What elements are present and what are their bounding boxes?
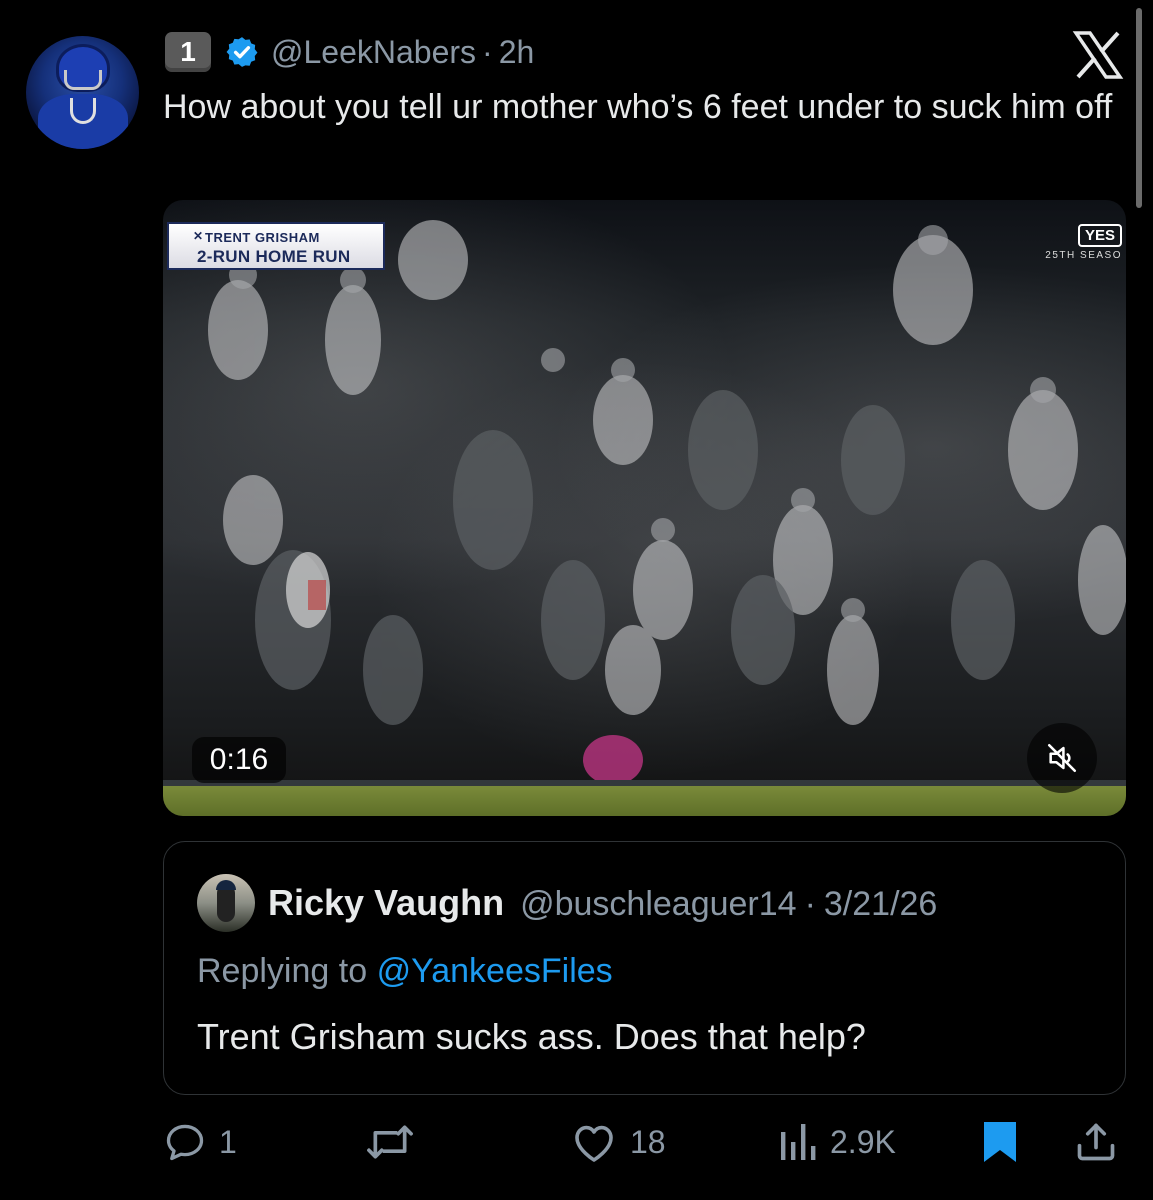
mute-button[interactable] — [1027, 723, 1097, 793]
reply-icon — [166, 1124, 204, 1161]
bookmark-icon — [984, 1122, 1016, 1162]
quote-header: Ricky Vaughn @buschleaguer14 · 3/21/26 — [268, 882, 937, 924]
mute-icon — [1047, 743, 1077, 773]
tweet-time[interactable]: 2h — [499, 34, 535, 71]
like-count: 18 — [630, 1123, 666, 1160]
tweet-header: 1 @LeekNabers · 2h — [165, 32, 534, 72]
action-bar: 1 18 2.9K — [0, 1112, 1153, 1172]
author-handle[interactable]: @LeekNabers — [271, 34, 476, 71]
quote-text: Trent Grisham sucks ass. Does that help? — [197, 1016, 866, 1057]
replying-to: Replying to @YankeesFiles — [197, 952, 613, 991]
share-button[interactable] — [1074, 1112, 1118, 1172]
views-count: 2.9K — [830, 1123, 896, 1160]
video-player[interactable]: ✕ TRENT GRISHAM 2-RUN HOME RUN YES 25TH … — [163, 200, 1126, 816]
verified-icon — [225, 35, 259, 69]
header-separator: · — [482, 33, 493, 70]
lower-third-player: TRENT GRISHAM — [205, 230, 320, 245]
video-duration: 0:16 — [192, 737, 286, 783]
quote-author-name[interactable]: Ricky Vaughn — [268, 882, 504, 924]
replying-to-prefix: Replying to — [197, 952, 368, 990]
replying-to-mention[interactable]: @YankeesFiles — [377, 952, 613, 990]
tweet-text: How about you tell ur mother who’s 6 fee… — [163, 88, 1113, 126]
video-lower-third: ✕ TRENT GRISHAM 2-RUN HOME RUN — [167, 222, 385, 270]
reply-button[interactable]: 1 — [163, 1112, 237, 1172]
x-logo-icon — [1072, 30, 1124, 80]
network-logo-sub: 25TH SEASO — [1045, 250, 1122, 261]
quote-separator: · — [804, 885, 816, 923]
views-icon — [781, 1124, 816, 1160]
network-logo-text: YES — [1077, 224, 1122, 247]
reply-count: 1 — [219, 1123, 237, 1160]
like-icon — [575, 1125, 613, 1162]
quote-avatar[interactable] — [197, 874, 255, 932]
retweet-icon — [367, 1125, 413, 1159]
network-logo: YES 25TH SEASO — [1045, 224, 1122, 261]
rank-badge: 1 — [165, 32, 211, 72]
crowd-image — [208, 220, 1126, 785]
like-button[interactable]: 18 — [570, 1112, 666, 1172]
quote-date: 3/21/26 — [823, 885, 938, 923]
bookmark-button[interactable] — [982, 1112, 1018, 1172]
scrollbar[interactable] — [1136, 8, 1142, 208]
retweet-button[interactable] — [364, 1112, 416, 1172]
share-icon — [1077, 1123, 1115, 1161]
lower-third-event: 2-RUN HOME RUN — [197, 247, 351, 266]
author-avatar[interactable] — [26, 36, 139, 149]
views-button[interactable]: 2.9K — [776, 1112, 896, 1172]
quote-author-handle[interactable]: @buschleaguer14 — [520, 885, 796, 924]
quoted-tweet[interactable]: Ricky Vaughn @buschleaguer14 · 3/21/26 R… — [163, 841, 1126, 1095]
